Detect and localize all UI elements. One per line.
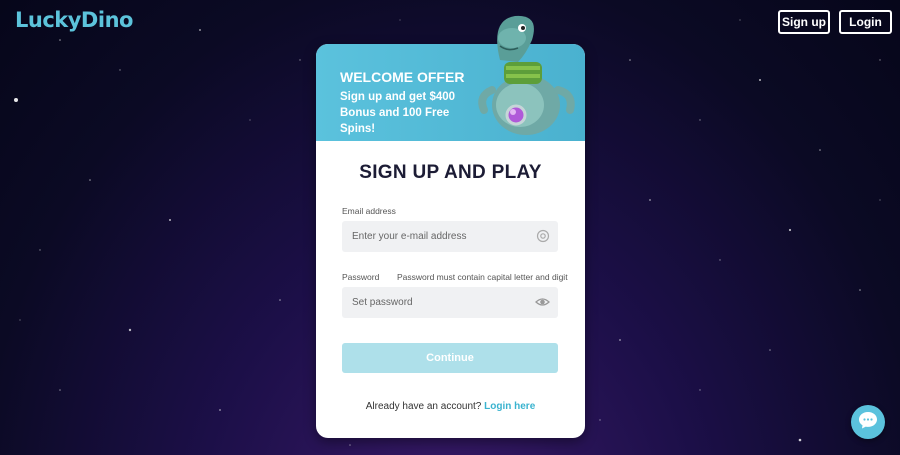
eye-icon[interactable] — [535, 295, 550, 314]
dino-mascot-image — [478, 15, 575, 135]
header-login-button[interactable]: Login — [839, 10, 892, 34]
header-signup-button[interactable]: Sign up — [778, 10, 830, 34]
email-label: Email address — [342, 206, 396, 216]
offer-title: WELCOME OFFER — [340, 69, 465, 85]
password-label: Password — [342, 272, 380, 282]
offer-line-1: Sign up and get $400 — [340, 91, 456, 103]
login-prompt: Already have an account? Login here — [316, 401, 585, 412]
offer-text: Sign up and get $400 Bonus and 100 Free … — [340, 89, 480, 137]
offer-line-2: Bonus and 100 Free Spins! — [340, 107, 450, 135]
login-here-link[interactable]: Login here — [484, 401, 535, 412]
live-chat-button[interactable] — [851, 405, 885, 439]
email-field[interactable]: Enter your e-mail address — [342, 221, 558, 252]
luckydino-logo[interactable]: LuckyDino — [15, 8, 133, 32]
chat-icon — [858, 411, 878, 434]
continue-button[interactable]: Continue — [342, 343, 558, 373]
already-account-text: Already have an account? — [365, 401, 482, 412]
password-placeholder: Set password — [352, 297, 413, 308]
password-hint: Password must contain capital letter and… — [397, 272, 568, 282]
at-icon — [536, 229, 550, 248]
email-placeholder: Enter your e-mail address — [352, 231, 467, 242]
form-title: SIGN UP AND PLAY — [359, 162, 542, 183]
password-field[interactable]: Set password — [342, 287, 558, 318]
